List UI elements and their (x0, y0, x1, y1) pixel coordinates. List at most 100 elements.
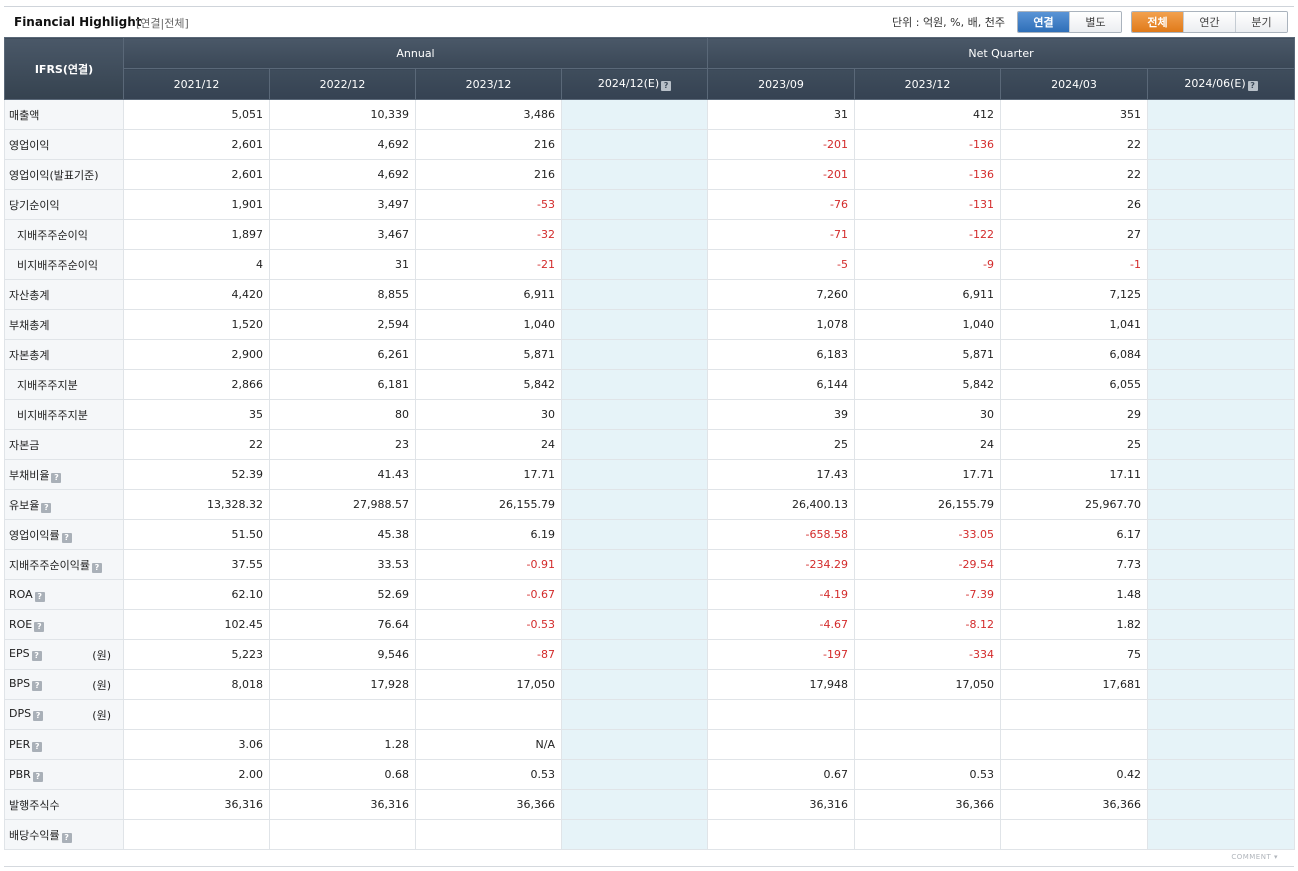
basis-separate-button[interactable]: 별도 (1070, 12, 1121, 32)
row-label: 부채비율 (9, 468, 50, 482)
row-label: PBR (9, 767, 31, 781)
column-header: 2022/12 (269, 68, 416, 100)
value-cell: -21 (415, 249, 562, 280)
row-label-cell: 영업이익 (4, 129, 124, 160)
column-header-label: 2022/12 (319, 77, 366, 91)
row-label: 비지배주주순이익 (17, 258, 98, 272)
row-label: 영업이익률 (9, 528, 60, 542)
value-cell: 75 (1000, 639, 1148, 670)
table-row: EPS? (원) 5,223 9,546 -87 -197 -334 75 (4, 639, 1295, 670)
value-cell: -87 (415, 639, 562, 670)
value-cell (707, 729, 855, 760)
value-cell: -197 (707, 639, 855, 670)
value-cell: 22 (123, 429, 270, 460)
value-cell (854, 819, 1001, 850)
value-cell: 9,546 (269, 639, 416, 670)
period-annual-button[interactable]: 연간 (1184, 12, 1236, 32)
column-header-label: 2021/12 (173, 77, 220, 91)
help-icon[interactable]: ? (61, 832, 72, 843)
value-cell (123, 699, 270, 730)
table-row: 부채비율? 52.39 41.43 17.71 17.43 17.71 17.11 (4, 459, 1295, 490)
help-icon[interactable]: ? (91, 562, 102, 573)
row-label-cell: EPS? (원) (4, 639, 124, 670)
row-label: EPS (9, 646, 30, 660)
value-cell: 1,897 (123, 219, 270, 250)
help-icon[interactable]: ? (61, 532, 72, 543)
value-cell (1147, 519, 1295, 550)
value-cell (1147, 549, 1295, 580)
row-label-cell: PER? (4, 729, 124, 760)
value-cell (1000, 819, 1148, 850)
value-cell: 2,601 (123, 129, 270, 160)
value-cell: 22 (1000, 129, 1148, 160)
help-icon[interactable]: ? (33, 710, 44, 721)
basis-consolidated-button[interactable]: 연결 (1018, 12, 1070, 32)
help-icon[interactable]: ? (1247, 81, 1258, 91)
panel-subtitle: [연결|전체] (136, 17, 189, 30)
value-cell: 26,155.79 (415, 489, 562, 520)
row-label: DPS (9, 706, 32, 720)
value-cell: 52.69 (269, 579, 416, 610)
row-label-cell: 발행주식수 (4, 789, 124, 820)
help-icon[interactable]: ? (34, 621, 45, 632)
table-row: 자본총계 2,900 6,261 5,871 6,183 5,871 6,084 (4, 339, 1295, 370)
value-cell: 2,594 (269, 309, 416, 340)
help-icon[interactable]: ? (32, 771, 43, 782)
value-cell: 2.00 (123, 759, 270, 790)
column-header: 2024/06(E)? (1147, 68, 1295, 100)
value-cell: -4.67 (707, 609, 855, 640)
value-cell: 6.17 (1000, 519, 1148, 550)
value-cell (561, 99, 708, 130)
table-row: BPS? (원) 8,018 17,928 17,050 17,948 17,050 17,6… (4, 669, 1295, 700)
help-icon[interactable]: ? (41, 502, 52, 513)
help-icon[interactable]: ? (661, 81, 672, 91)
value-cell: 33.53 (269, 549, 416, 580)
row-label-cell: 배당수익률? (4, 819, 124, 850)
column-header-label: 2024/06(E) (1184, 77, 1246, 90)
help-icon[interactable]: ? (32, 741, 43, 752)
value-cell: 17.43 (707, 459, 855, 490)
period-quarter-button[interactable]: 분기 (1236, 12, 1287, 32)
value-cell: 2,900 (123, 339, 270, 370)
help-icon[interactable]: ? (51, 472, 62, 483)
value-cell: 45.38 (269, 519, 416, 550)
value-cell: 8,855 (269, 279, 416, 310)
value-cell: -201 (707, 159, 855, 190)
value-cell (561, 189, 708, 220)
value-cell (1147, 129, 1295, 160)
value-cell (561, 609, 708, 640)
column-header: 2024/12(E)? (561, 68, 708, 100)
value-cell: -122 (854, 219, 1001, 250)
period-toggle: 전체 연간 분기 (1131, 11, 1288, 33)
table-row: ROE? 102.45 76.64 -0.53 -4.67 -8.12 1.82 (4, 609, 1295, 640)
value-cell: 5,051 (123, 99, 270, 130)
help-icon[interactable]: ? (34, 591, 45, 602)
group-header-quarter: Net Quarter (707, 37, 1295, 69)
value-cell: -8.12 (854, 609, 1001, 640)
help-icon[interactable]: ? (31, 650, 42, 661)
value-cell: 17,681 (1000, 669, 1148, 700)
value-cell: 17.71 (854, 459, 1001, 490)
help-icon[interactable]: ? (32, 680, 43, 691)
column-header: 2021/12 (123, 68, 270, 100)
value-cell: 1.82 (1000, 609, 1148, 640)
column-header: 2023/12 (854, 68, 1001, 100)
value-cell: N/A (415, 729, 562, 760)
value-cell: 6,055 (1000, 369, 1148, 400)
value-cell (707, 699, 855, 730)
value-cell: 4,692 (269, 129, 416, 160)
value-cell: 1,040 (854, 309, 1001, 340)
value-cell: 6,144 (707, 369, 855, 400)
value-cell: -71 (707, 219, 855, 250)
value-cell: 24 (415, 429, 562, 460)
value-cell (561, 309, 708, 340)
group-header-annual: Annual (123, 37, 708, 69)
value-cell: 25 (1000, 429, 1148, 460)
comment-toggle[interactable]: COMMENT ▾ (1231, 853, 1278, 861)
value-cell (1147, 759, 1295, 790)
period-all-button[interactable]: 전체 (1132, 12, 1184, 32)
value-cell (561, 159, 708, 190)
value-cell: 35 (123, 399, 270, 430)
value-cell: 102.45 (123, 609, 270, 640)
value-cell (561, 459, 708, 490)
